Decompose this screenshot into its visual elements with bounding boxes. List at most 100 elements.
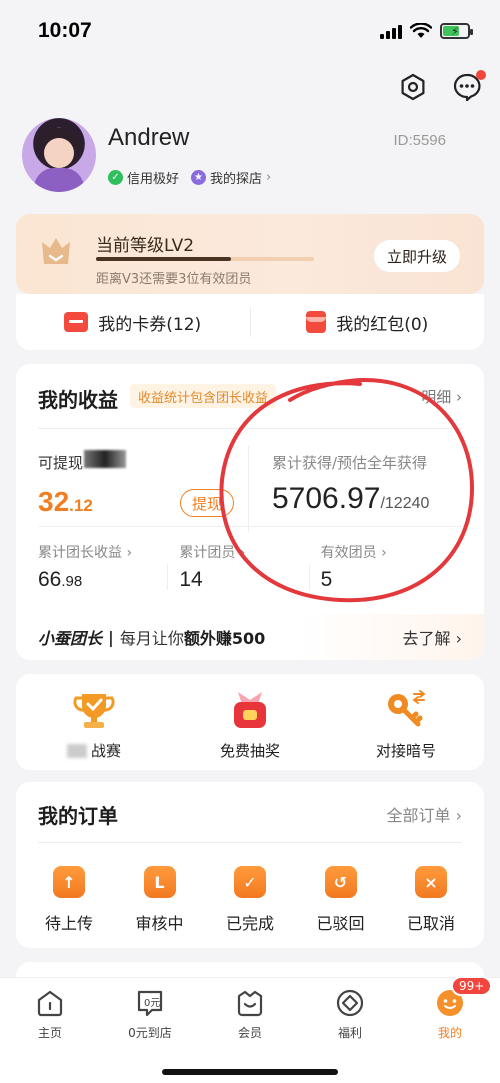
settings-hexagon-icon [401, 73, 425, 101]
red-envelope-icon [306, 311, 327, 333]
tab-home[interactable]: 主页 [0, 988, 100, 1083]
all-orders-link[interactable]: 全部订单 › [387, 802, 463, 826]
tab-label: 福利 [337, 1026, 362, 1040]
stat-valid-members[interactable]: 有效团员 › 5 [308, 542, 462, 592]
home-indicator [162, 1069, 338, 1075]
profile-name: Andrew [108, 124, 190, 151]
activity-label: 战赛 [66, 740, 121, 761]
stat-value: 5 [320, 568, 333, 591]
svg-text:0元: 0元 [144, 998, 160, 1009]
order-reviewing[interactable]: L 审核中 [115, 866, 205, 934]
order-label: 审核中 [135, 914, 184, 933]
withdrawable-amount: 32.12 [38, 486, 93, 518]
profile-header: Andrew ID:5596 ✓ 信用极好 ★ 我的探店 › [22, 118, 484, 194]
promo-link[interactable]: 去了解 › [403, 625, 463, 649]
order-label: 已驳回 [316, 914, 365, 933]
stat-value: 66.98 [38, 568, 83, 591]
leader-promo-banner[interactable]: 小蚕团长 | 每月让你额外赚500 去了解 › [16, 614, 484, 660]
gift-bag-icon [234, 691, 266, 728]
earnings-stats: 累计团长收益 › 66.98 累计团员 › 14 有效团员 › 5 [38, 542, 462, 592]
earnings-detail-link[interactable]: 明细 › [421, 386, 462, 407]
order-cancelled[interactable]: × 已取消 [386, 866, 476, 934]
my-coupons-button[interactable]: 我的卡券(12) [16, 310, 250, 335]
activity-lottery[interactable]: 免费抽奖 [180, 688, 320, 761]
notification-badge: 99+ [451, 976, 493, 996]
shield-check-icon: ✓ [108, 170, 123, 185]
undo-icon: ↺ [324, 866, 357, 898]
stat-label: 累计团员 › [179, 545, 246, 561]
level-progress-fill [96, 257, 232, 261]
mine-tab-icon-wrap: 99+ [435, 976, 493, 1018]
upload-icon: ↑ [53, 866, 85, 898]
stat-leader-earnings[interactable]: 累计团长收益 › 66.98 [38, 542, 179, 592]
credit-badge-label: 信用极好 [127, 172, 180, 187]
wifi-icon [410, 23, 432, 38]
trophy-icon [73, 693, 115, 728]
tab-mine[interactable]: 99+ 我的 [400, 976, 500, 1083]
crown-icon [42, 238, 70, 264]
total-earnings-amount: 5706.97/12240 [272, 482, 429, 516]
order-completed[interactable]: ✓ 已完成 [205, 866, 295, 934]
level-title: 当前等级LV2 [96, 236, 195, 256]
ticket-icon [64, 312, 89, 332]
activity-label: 对接暗号 [375, 741, 436, 760]
order-pending-upload[interactable]: ↑ 待上传 [24, 866, 114, 934]
promo-brand: 小蚕团长 [38, 629, 103, 648]
profile-id: ID:5596 [393, 132, 446, 149]
level-progress [96, 257, 314, 261]
stat-value: 14 [179, 568, 203, 591]
profile-badges: ✓ 信用极好 ★ 我的探店 › [108, 168, 271, 187]
earnings-card: 我的收益 收益统计包含团长收益 明细 › 可提现 32.12 提现 累计获得/预… [16, 364, 484, 660]
orders-card: 我的订单 全部订单 › ↑ 待上传 L 审核中 ✓ 已完成 ↺ 已驳回 × 已取… [16, 782, 484, 948]
close-icon: × [415, 866, 447, 898]
home-icon [37, 990, 63, 1017]
promo-separator: | [108, 627, 114, 647]
withdrawable-int: 32 [38, 486, 70, 517]
chevron-right-icon: › [456, 388, 462, 406]
unread-dot [476, 70, 486, 80]
divider [38, 842, 462, 843]
divider [248, 446, 249, 532]
activity-passcode[interactable]: 对接暗号 [336, 688, 476, 761]
wallet-row: 我的卡券(12) 我的红包(0) [16, 294, 484, 350]
welfare-icon [336, 989, 364, 1017]
bottom-tab-bar: 主页 0元 0元到店 会员 福利 99+ 我的 [0, 976, 500, 1083]
level-subtitle: 距离V3还需要3位有效团员 [96, 272, 252, 287]
settings-button[interactable] [396, 70, 430, 104]
status-icons: ⚡ [380, 23, 473, 39]
stat-total-members[interactable]: 累计团员 › 14 [167, 542, 320, 592]
messages-button[interactable] [450, 70, 486, 104]
battery-icon: ⚡ [440, 23, 473, 39]
order-status-row: ↑ 待上传 L 审核中 ✓ 已完成 ↺ 已驳回 × 已取消 [24, 866, 476, 934]
earnings-detail-label: 明细 [421, 388, 452, 406]
status-time: 10:07 [38, 19, 92, 42]
level-card: 当前等级LV2 距离V3还需要3位有效团员 立即升级 [16, 214, 484, 294]
upgrade-button[interactable]: 立即升级 [374, 240, 460, 272]
chevron-right-icon: › [266, 170, 272, 185]
avatar[interactable] [22, 118, 96, 192]
order-rejected[interactable]: ↺ 已驳回 [296, 866, 386, 934]
redaction-mask [66, 744, 87, 758]
tab-label: 主页 [37, 1026, 62, 1040]
promo-text: 每月让你额外赚500 [119, 629, 266, 648]
my-redpackets-button[interactable]: 我的红包(0) [251, 310, 485, 335]
divider [38, 428, 462, 429]
withdrawable-label: 可提现 [38, 454, 84, 472]
activity-contest[interactable]: 战赛 [24, 688, 164, 761]
stat-label: 累计团长收益 › [38, 545, 133, 561]
total-earnings-value: 5706.97 [272, 482, 381, 515]
credit-badge[interactable]: ✓ 信用极好 [108, 168, 179, 187]
stat-label: 有效团员 › [320, 545, 387, 561]
my-explore-badge[interactable]: ★ 我的探店 › [191, 168, 271, 187]
my-coupons-label: 我的卡券(12) [98, 314, 202, 335]
withdraw-button[interactable]: 提现 [180, 489, 234, 517]
star-icon: ★ [191, 170, 207, 185]
tab-label: 我的 [437, 1026, 462, 1040]
member-icon [237, 990, 263, 1017]
activity-label: 免费抽奖 [219, 741, 280, 760]
activity-card: 战赛 免费抽奖 对接暗号 [16, 674, 484, 770]
clock-icon: L [143, 866, 176, 898]
signal-icon [380, 23, 402, 39]
zero-yuan-icon: 0元 [137, 990, 163, 1017]
top-actions [396, 70, 486, 104]
